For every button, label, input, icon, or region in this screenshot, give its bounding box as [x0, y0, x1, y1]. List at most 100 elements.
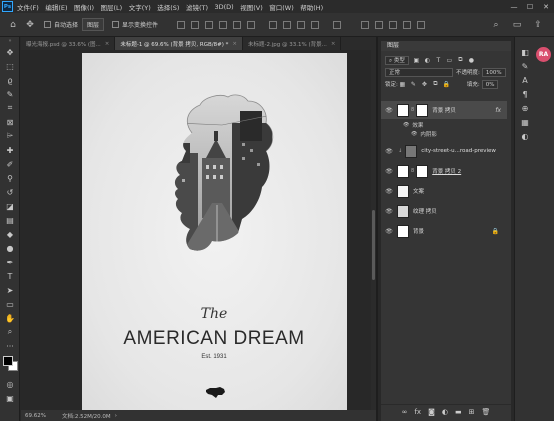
- show-transform-checkbox[interactable]: [112, 21, 120, 28]
- 3d-roll-icon[interactable]: [389, 20, 398, 29]
- type-tool-icon[interactable]: T: [0, 269, 20, 283]
- brush-settings-icon[interactable]: ✎: [518, 61, 532, 72]
- 3d-pan-icon[interactable]: [403, 20, 412, 29]
- layer-row[interactable]: 👁 文案: [381, 182, 507, 200]
- tab-close-icon[interactable]: ×: [331, 41, 336, 47]
- toolbar-collapse-icon[interactable]: »: [0, 37, 20, 45]
- eyedropper-tool-icon[interactable]: ⌲: [0, 129, 20, 143]
- new-layer-icon[interactable]: ⊞: [469, 408, 475, 416]
- align-top-icon[interactable]: [219, 20, 228, 29]
- mask-thumbnail[interactable]: [416, 164, 429, 178]
- lasso-tool-icon[interactable]: ϱ: [0, 73, 20, 87]
- blur-tool-icon[interactable]: ◆: [0, 227, 20, 241]
- menu-window[interactable]: 窗口(W): [269, 2, 294, 12]
- eye-icon[interactable]: 👁: [384, 208, 394, 215]
- menu-layer[interactable]: 图层(L): [101, 2, 123, 12]
- healing-brush-tool-icon[interactable]: ✚: [0, 143, 20, 157]
- mask-icon[interactable]: ◙: [428, 408, 435, 416]
- layer-row[interactable]: 👁 8 背景 拷贝 2: [381, 162, 507, 180]
- more-tools-icon[interactable]: ···: [0, 339, 20, 353]
- paragraph-panel-icon[interactable]: ¶: [518, 89, 532, 100]
- link-layers-icon[interactable]: ∞: [402, 408, 408, 416]
- layer-name[interactable]: 背景 拷贝: [432, 106, 456, 114]
- zoom-tool-icon[interactable]: ⌕: [0, 325, 20, 339]
- menu-edit[interactable]: 编辑(E): [45, 2, 67, 12]
- move-tool-icon[interactable]: ✥: [23, 18, 37, 32]
- brush-tool-icon[interactable]: ✐: [0, 157, 20, 171]
- folder-icon[interactable]: ▬: [455, 408, 462, 416]
- marquee-tool-icon[interactable]: ⬚: [0, 59, 20, 73]
- 3d-mode-icon[interactable]: [361, 20, 370, 29]
- eye-icon[interactable]: 👁: [384, 188, 394, 195]
- distribute-icon[interactable]: [269, 20, 278, 29]
- canvas-area[interactable]: The AMERICAN DREAM Est. 1931: [21, 50, 376, 411]
- distribute-v-icon[interactable]: [297, 20, 306, 29]
- lock-all-icon[interactable]: 🔒: [442, 80, 451, 89]
- filter-adjustment-icon[interactable]: ◐: [423, 56, 432, 65]
- eye-icon[interactable]: 👁: [384, 107, 394, 114]
- mask-thumbnail[interactable]: [416, 103, 429, 117]
- move-tool-icon[interactable]: ✥: [0, 45, 20, 59]
- distribute-spacing-icon[interactable]: [311, 20, 320, 29]
- layer-name[interactable]: 纹理 拷贝: [413, 207, 437, 215]
- layer-name[interactable]: 背景 拷贝 2: [432, 167, 461, 175]
- eye-icon[interactable]: 👁: [384, 168, 394, 175]
- blend-mode-dropdown[interactable]: 正常: [385, 67, 453, 77]
- menu-image[interactable]: 图像(I): [74, 2, 94, 12]
- layer-filter-dropdown[interactable]: ⌕ 类型: [385, 55, 409, 65]
- minimize-button[interactable]: —: [506, 0, 522, 13]
- align-right-icon[interactable]: [205, 20, 214, 29]
- fill-input[interactable]: 0%: [481, 79, 499, 89]
- menu-select[interactable]: 选择(S): [157, 2, 179, 12]
- align-center-icon[interactable]: [191, 20, 200, 29]
- character-panel-icon[interactable]: A: [518, 75, 532, 86]
- filter-shape-icon[interactable]: ▭: [445, 56, 454, 65]
- more-options-icon[interactable]: [333, 20, 342, 29]
- 3d-slide-icon[interactable]: [417, 20, 426, 29]
- menu-type[interactable]: 文字(Y): [129, 2, 151, 12]
- auto-select-checkbox[interactable]: [44, 21, 51, 28]
- layer-name[interactable]: 背景: [413, 227, 424, 235]
- 3d-rotate-icon[interactable]: [375, 20, 384, 29]
- layer-row[interactable]: 👁 背景 🔒: [381, 222, 507, 240]
- shape-tool-icon[interactable]: ▭: [0, 297, 20, 311]
- hand-tool-icon[interactable]: ✋: [0, 311, 20, 325]
- crop-tool-icon[interactable]: ⌗: [0, 101, 20, 115]
- layer-row[interactable]: 👁 纹理 拷贝: [381, 202, 507, 220]
- effects-eye-icon[interactable]: 👁: [403, 122, 409, 128]
- layer-name[interactable]: city-street-u...road-preview: [421, 148, 496, 154]
- filter-type-icon[interactable]: T: [434, 56, 443, 65]
- align-left-icon[interactable]: [177, 20, 186, 29]
- adjustments-panel-icon[interactable]: ◐: [518, 131, 532, 142]
- tab-untitled-1[interactable]: 未标题-1 @ 69.6% (背景 拷贝, RGB/8#) * ×: [115, 37, 243, 50]
- menu-help[interactable]: 帮助(H): [300, 2, 323, 12]
- fx-icon[interactable]: fx: [414, 408, 421, 416]
- foreground-color-swatch[interactable]: [3, 356, 13, 366]
- layer-effects-row[interactable]: 👁 效果: [403, 120, 423, 129]
- lock-transparent-icon[interactable]: ▦: [398, 80, 407, 89]
- pen-tool-icon[interactable]: ✒: [0, 255, 20, 269]
- lock-artboard-icon[interactable]: ⧉: [431, 80, 440, 89]
- quick-select-tool-icon[interactable]: ✎: [0, 87, 20, 101]
- document-canvas[interactable]: The AMERICAN DREAM Est. 1931: [82, 53, 347, 411]
- fx-icon[interactable]: fx: [495, 107, 501, 114]
- tab-exposure-poster[interactable]: 曝光海报.psd @ 33.6% (图... ×: [21, 37, 116, 50]
- clone-stamp-tool-icon[interactable]: ⚲: [0, 171, 20, 185]
- lock-paint-icon[interactable]: ✎: [409, 80, 418, 89]
- opacity-input[interactable]: 100%: [481, 67, 506, 77]
- menu-3d[interactable]: 3D(D): [215, 3, 234, 11]
- tab-untitled-2[interactable]: 未标题-2.jpg @ 33.1% (背景... ×: [243, 37, 342, 50]
- path-select-tool-icon[interactable]: ➤: [0, 283, 20, 297]
- lock-move-icon[interactable]: ✥: [420, 80, 429, 89]
- layer-name[interactable]: 文案: [413, 187, 424, 195]
- filter-pixel-icon[interactable]: ▣: [412, 56, 421, 65]
- glyphs-panel-icon[interactable]: ⊕: [518, 103, 532, 114]
- frame-tool-icon[interactable]: ⊠: [0, 115, 20, 129]
- trash-icon[interactable]: 🗑: [481, 408, 490, 416]
- eye-icon[interactable]: 👁: [384, 148, 394, 155]
- inner-shadow-effect-row[interactable]: 👁 内阴影: [411, 129, 437, 138]
- history-panel-icon[interactable]: ◧: [518, 47, 532, 58]
- menu-view[interactable]: 视图(V): [240, 2, 263, 12]
- workspace-icon[interactable]: ▭: [510, 18, 524, 32]
- align-bottom-icon[interactable]: [247, 20, 256, 29]
